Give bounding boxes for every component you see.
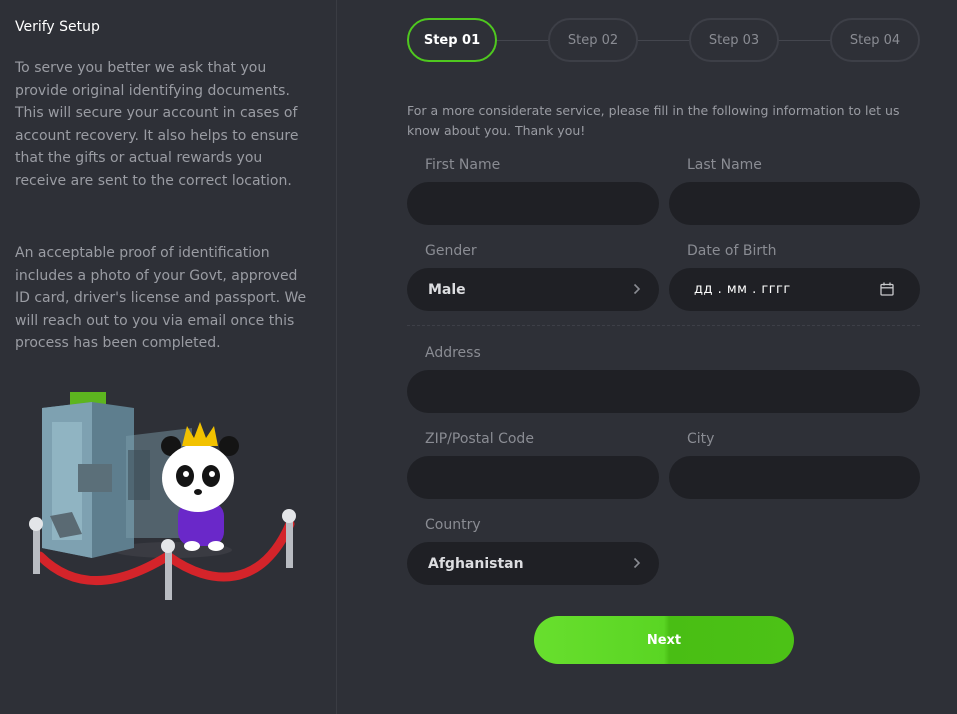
step-connector xyxy=(636,40,690,41)
gender-value: Male xyxy=(428,281,466,298)
zip-label: ZIP/Postal Code xyxy=(425,431,534,447)
form-panel: Step 01 Step 02 Step 03 Step 04 For a mo… xyxy=(337,0,957,714)
address-label: Address xyxy=(425,345,481,361)
gender-select[interactable]: Male xyxy=(407,268,659,311)
dob-value: дд . мм . гггг xyxy=(694,282,791,297)
country-value: Afghanistan xyxy=(428,555,524,572)
first-name-field[interactable] xyxy=(407,182,659,225)
intro-text: For a more considerate service, please f… xyxy=(407,103,900,138)
info-panel: Verify Setup To serve you better we ask … xyxy=(0,0,337,714)
chevron-right-icon xyxy=(633,283,641,295)
gender-label: Gender xyxy=(425,243,477,259)
last-name-label: Last Name xyxy=(687,157,762,173)
step-3[interactable]: Step 03 xyxy=(689,18,779,62)
country-label: Country xyxy=(425,517,481,533)
country-select[interactable]: Afghanistan xyxy=(407,542,659,585)
step-2[interactable]: Step 02 xyxy=(548,18,638,62)
info-paragraph-2: An acceptable proof of identification in… xyxy=(15,245,307,351)
panda-illustration xyxy=(29,392,296,600)
step-1[interactable]: Step 01 xyxy=(407,18,497,62)
city-label: City xyxy=(687,431,715,447)
panel-title: Verify Setup xyxy=(15,19,100,35)
step-4[interactable]: Step 04 xyxy=(830,18,920,62)
dob-field[interactable]: дд . мм . гггг xyxy=(669,268,920,311)
chevron-right-icon xyxy=(633,557,641,569)
first-name-label: First Name xyxy=(425,157,501,173)
city-field[interactable] xyxy=(669,456,920,499)
next-button[interactable]: Next xyxy=(534,616,794,664)
last-name-field[interactable] xyxy=(669,182,920,225)
step-connector xyxy=(777,40,831,41)
stepper: Step 01 Step 02 Step 03 Step 04 xyxy=(407,18,920,62)
calendar-icon[interactable] xyxy=(880,282,894,296)
address-field[interactable] xyxy=(407,370,920,413)
section-divider xyxy=(407,325,920,326)
step-connector xyxy=(495,40,549,41)
zip-field[interactable] xyxy=(407,456,659,499)
info-paragraph-1: To serve you better we ask that you prov… xyxy=(15,60,299,189)
dob-label: Date of Birth xyxy=(687,243,777,259)
